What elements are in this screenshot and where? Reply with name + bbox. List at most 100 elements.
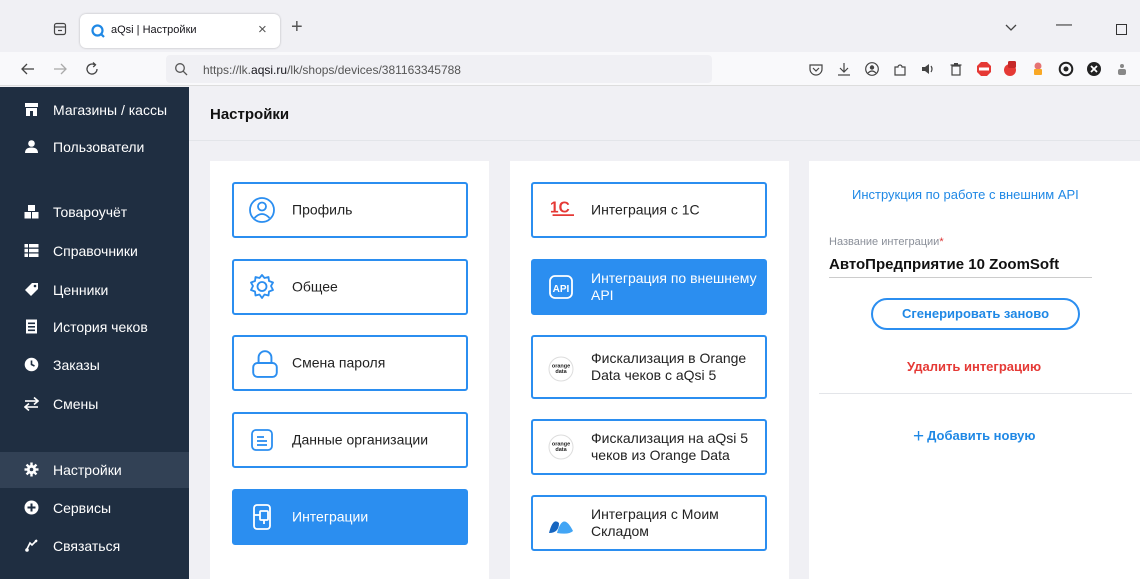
browser-nav-bar: https://lk.aqsi.ru/lk/shops/devices/3811… bbox=[0, 52, 1140, 86]
svg-text:API: API bbox=[553, 284, 570, 295]
chevron-down-icon[interactable] bbox=[1004, 20, 1018, 34]
blocker-extension-icon[interactable] bbox=[1086, 61, 1102, 77]
gear-icon bbox=[250, 274, 274, 299]
browser-tab-bar: aQsi | Настройки × + — bbox=[0, 0, 1140, 52]
back-arrow-icon[interactable] bbox=[20, 61, 36, 77]
detail-divider bbox=[819, 393, 1132, 394]
sidebar-item-orders[interactable]: Заказы bbox=[0, 347, 189, 383]
field-underline bbox=[829, 277, 1092, 278]
notification-extension-icon[interactable] bbox=[1002, 61, 1018, 77]
tab-close-icon[interactable]: × bbox=[258, 22, 267, 38]
trash-icon[interactable] bbox=[948, 61, 964, 77]
integration-card-label: Фискализация в Orange Data чеков с aQsi … bbox=[591, 350, 747, 383]
privacy-extension-icon[interactable] bbox=[1058, 61, 1074, 77]
boxes-icon bbox=[24, 205, 39, 219]
document-icon bbox=[251, 429, 273, 451]
sidebar-item-label: Заказы bbox=[53, 357, 100, 373]
reload-icon[interactable] bbox=[84, 61, 100, 77]
download-icon[interactable] bbox=[836, 61, 852, 77]
sidebar-item-label: Ценники bbox=[53, 282, 109, 298]
integration-card-moysklad[interactable]: Интеграция с Моим Складом bbox=[531, 495, 767, 551]
search-icon bbox=[175, 63, 188, 76]
regenerate-button[interactable]: Сгенерировать заново bbox=[871, 298, 1080, 330]
window-minimize-icon[interactable]: — bbox=[1056, 16, 1072, 34]
sidebar-item-label: Настройки bbox=[53, 462, 122, 478]
integration-card-1c[interactable]: 1С Интеграция с 1С bbox=[531, 182, 767, 238]
plus-circle-icon bbox=[24, 500, 39, 515]
integration-card-label: Фискализация на aQsi 5 чеков из Orange D… bbox=[591, 430, 749, 463]
sidebar-item-label: Пользователи bbox=[53, 139, 145, 155]
delete-integration-link[interactable]: Удалить интеграцию bbox=[907, 359, 1041, 374]
swap-icon bbox=[24, 396, 39, 411]
integration-name-field[interactable]: АвтоПредприятие 10 ZoomSoft bbox=[829, 256, 1059, 273]
integration-card-label: Интеграция с 1С bbox=[591, 201, 700, 218]
integration-name-label: Название интеграции* bbox=[829, 236, 944, 248]
sidebar-item-shops[interactable]: Магазины / кассы bbox=[0, 92, 189, 128]
settings-card-integrations[interactable]: Интеграции bbox=[232, 489, 468, 545]
api-instructions-link[interactable]: Инструкция по работе с внешним API bbox=[852, 187, 1079, 202]
sidebar-item-contact[interactable]: Связаться bbox=[0, 528, 189, 564]
sidebar-item-shifts[interactable]: Смены bbox=[0, 386, 189, 422]
svg-text:data: data bbox=[555, 447, 567, 453]
pocket-icon[interactable] bbox=[808, 61, 824, 77]
integration-card-label: Интеграция по внешнему API bbox=[591, 270, 757, 303]
window-maximize-icon[interactable] bbox=[1116, 24, 1127, 35]
lock-icon bbox=[252, 350, 278, 378]
integration-icon bbox=[253, 504, 271, 530]
new-tab-icon[interactable]: + bbox=[291, 17, 303, 37]
orange-data-logo-icon: orangedata bbox=[548, 356, 574, 382]
receipt-icon bbox=[26, 319, 37, 334]
sidebar-item-label: Смены bbox=[53, 396, 99, 412]
settings-card-profile[interactable]: Профиль bbox=[232, 182, 468, 238]
settings-card-general[interactable]: Общее bbox=[232, 259, 468, 315]
orange-data-logo-icon: orangedata bbox=[548, 434, 574, 460]
header-divider bbox=[189, 140, 1140, 141]
account-icon[interactable] bbox=[864, 61, 880, 77]
phone-icon bbox=[25, 539, 38, 552]
moysklad-logo-icon bbox=[549, 521, 573, 534]
tab-list-icon[interactable] bbox=[53, 22, 67, 36]
browser-tab[interactable]: aQsi | Настройки × bbox=[80, 14, 280, 48]
sidebar-item-label: Магазины / кассы bbox=[53, 102, 168, 118]
sidebar-item-label: История чеков bbox=[53, 319, 148, 335]
settings-card-label: Смена пароля bbox=[292, 354, 386, 371]
cup-extension-icon[interactable] bbox=[1030, 61, 1046, 77]
forward-arrow-icon[interactable] bbox=[52, 61, 68, 77]
url-text: https://lk.aqsi.ru/lk/shops/devices/3811… bbox=[203, 63, 461, 77]
aqsi-favicon-icon bbox=[91, 24, 105, 38]
settings-card-label: Профиль bbox=[292, 201, 353, 218]
sidebar-item-services[interactable]: Сервисы bbox=[0, 490, 189, 526]
sidebar-item-inventory[interactable]: Товароучёт bbox=[0, 194, 189, 230]
page-title: Настройки bbox=[210, 106, 290, 123]
api-icon: API bbox=[549, 275, 573, 299]
sidebar-item-directories[interactable]: Справочники bbox=[0, 233, 189, 269]
integration-card-orange-data-from[interactable]: orange data Фискализация на aQsi 5 чеков … bbox=[531, 419, 767, 475]
sidebar-item-label: Сервисы bbox=[53, 500, 112, 516]
integration-card-external-api[interactable]: API Интеграция по внешнему API bbox=[531, 259, 767, 315]
sidebar-item-settings[interactable]: Настройки bbox=[0, 452, 189, 488]
sidebar-item-price-tags[interactable]: Ценники bbox=[0, 272, 189, 308]
extensions-icon[interactable] bbox=[892, 61, 908, 77]
tab-title: aQsi | Настройки bbox=[111, 24, 197, 36]
settings-card-organization[interactable]: Данные организации bbox=[232, 412, 468, 468]
sidebar: Магазины / кассы Пользователи Товароучёт… bbox=[0, 87, 189, 579]
1c-logo-icon: 1С bbox=[550, 200, 574, 217]
settings-card-label: Данные организации bbox=[292, 431, 429, 448]
svg-text:data: data bbox=[555, 369, 567, 375]
url-bar[interactable]: https://lk.aqsi.ru/lk/shops/devices/3811… bbox=[166, 55, 712, 83]
settings-card-change-password[interactable]: Смена пароля bbox=[232, 335, 468, 391]
extension-puzzle-icon[interactable] bbox=[1114, 61, 1130, 77]
clock-icon bbox=[24, 357, 39, 372]
sidebar-item-receipt-history[interactable]: История чеков bbox=[0, 309, 189, 345]
add-new-integration-link[interactable]: + Добавить новую bbox=[913, 426, 1035, 448]
list-icon bbox=[24, 244, 39, 257]
sidebar-item-users[interactable]: Пользователи bbox=[0, 129, 189, 165]
user-icon bbox=[25, 140, 38, 153]
tag-icon bbox=[25, 283, 38, 296]
speaker-icon[interactable] bbox=[920, 61, 936, 77]
svg-text:1С: 1С bbox=[550, 200, 570, 217]
integration-card-orange-data-to[interactable]: orange data Фискализация в Orange Data че… bbox=[531, 335, 767, 399]
adblock-icon[interactable] bbox=[976, 61, 992, 77]
gear-icon bbox=[24, 462, 39, 477]
settings-card-label: Общее bbox=[292, 278, 338, 295]
